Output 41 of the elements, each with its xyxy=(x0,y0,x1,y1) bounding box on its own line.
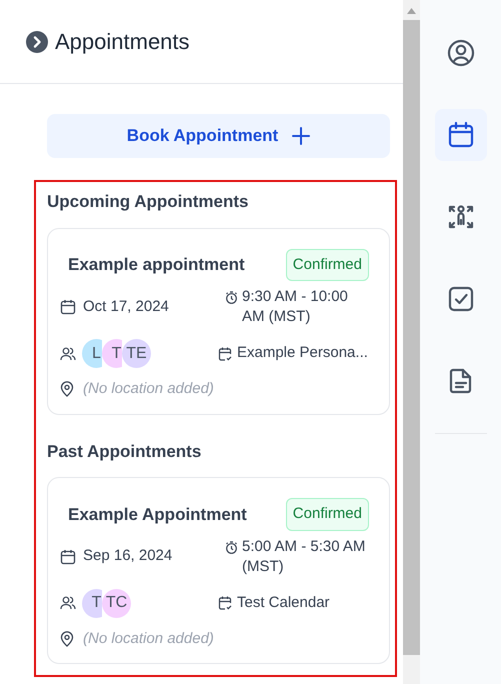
appointment-time: 5:00 AM - 5:30 AM (MST) xyxy=(242,536,366,576)
calendar-icon xyxy=(446,121,474,149)
scrollbar-thumb[interactable] xyxy=(403,20,420,655)
section-heading: Past Appointments xyxy=(47,440,202,462)
appointment-title: Example Appointment xyxy=(68,504,247,526)
avatar[interactable]: T xyxy=(102,339,122,368)
section-heading: Upcoming Appointments xyxy=(47,191,250,213)
status-badge: Confirmed xyxy=(286,498,369,530)
location-pin-icon xyxy=(60,630,74,647)
appointment-card[interactable]: Example Appointment Confirmed Sep 16, 2024 5:00 AM - 5:30 AM (MST) T TC Test Calendar (No location added) xyxy=(47,477,390,664)
location-text: (No location added) xyxy=(83,628,214,648)
checkbox-icon xyxy=(446,285,474,313)
appointment-title: Example appointment xyxy=(68,254,245,276)
book-appointment-button[interactable]: Book Appointment xyxy=(47,114,390,158)
person-arrows-icon xyxy=(446,203,474,231)
calendar-name: Example Persona... xyxy=(237,343,368,364)
calendar-icon xyxy=(60,548,76,564)
people-icon xyxy=(60,596,76,610)
stopwatch-icon xyxy=(225,540,238,554)
stopwatch-icon xyxy=(225,291,238,304)
calendar-tab[interactable] xyxy=(434,109,486,161)
calendar-name: Test Calendar xyxy=(237,592,330,613)
plus-icon xyxy=(292,127,310,145)
appointment-time: 9:30 AM - 10:00 AM (MST) xyxy=(242,287,349,327)
panel-title: Appointments xyxy=(55,28,190,56)
avatar[interactable]: T xyxy=(82,588,102,618)
avatar[interactable]: TE xyxy=(122,339,151,368)
chevron-icon[interactable] xyxy=(26,30,48,52)
status-badge: Confirmed xyxy=(286,248,369,281)
calendar-icon xyxy=(60,299,76,315)
contact-icon xyxy=(446,39,474,67)
people-icon xyxy=(60,346,76,360)
appointment-date: Oct 17, 2024 xyxy=(83,296,169,317)
avatar[interactable]: TC xyxy=(102,588,131,618)
calendar-check-icon xyxy=(218,596,232,610)
location-pin-icon xyxy=(60,381,74,398)
location-text: (No location added) xyxy=(83,379,214,399)
appointment-card[interactable]: Example appointment Confirmed Oct 17, 2024 9:30 AM - 10:00 AM (MST) L T TE Example Persona... (No location added) xyxy=(47,228,390,414)
calendar-check-icon xyxy=(218,346,232,360)
avatar[interactable]: L xyxy=(82,339,102,368)
appointment-date: Sep 16, 2024 xyxy=(83,546,172,566)
